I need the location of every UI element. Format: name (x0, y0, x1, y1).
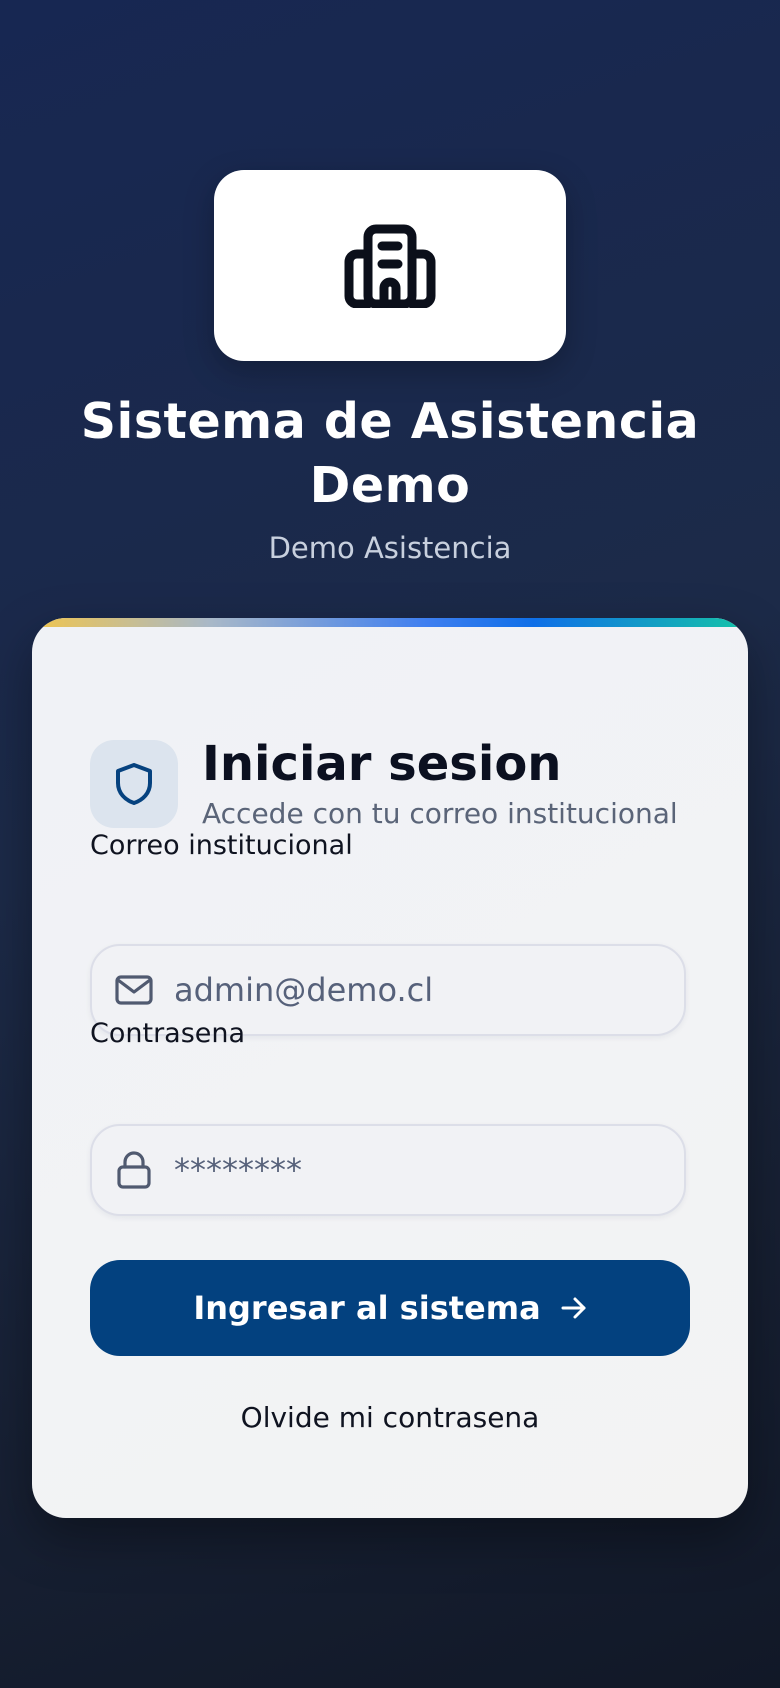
login-title: Iniciar sesion (202, 736, 562, 792)
submit-label: Ingresar al sistema (193, 1289, 541, 1327)
app-subtitle: Demo Asistencia (268, 531, 512, 565)
password-value: ******** (174, 1151, 302, 1189)
password-label: Contrasena (90, 1018, 246, 1049)
email-value: admin@demo.cl (174, 971, 434, 1009)
password-field[interactable]: ******** (90, 1124, 686, 1216)
submit-button[interactable]: Ingresar al sistema (90, 1260, 690, 1356)
accent-bar (32, 618, 748, 627)
email-label: Correo institucional (90, 830, 353, 861)
app-logo (214, 170, 566, 361)
shield-badge (90, 740, 178, 828)
login-card: Iniciar sesion Accede con tu correo inst… (32, 618, 748, 1518)
lock-icon (114, 1150, 154, 1190)
building-icon (344, 224, 436, 308)
mail-icon (114, 970, 154, 1010)
shield-icon (116, 763, 152, 805)
arrow-right-icon (561, 1296, 587, 1320)
forgot-password-link[interactable]: Olvide mi contrasena (32, 1398, 748, 1438)
app-title: Sistema de Asistencia Demo (80, 393, 700, 514)
